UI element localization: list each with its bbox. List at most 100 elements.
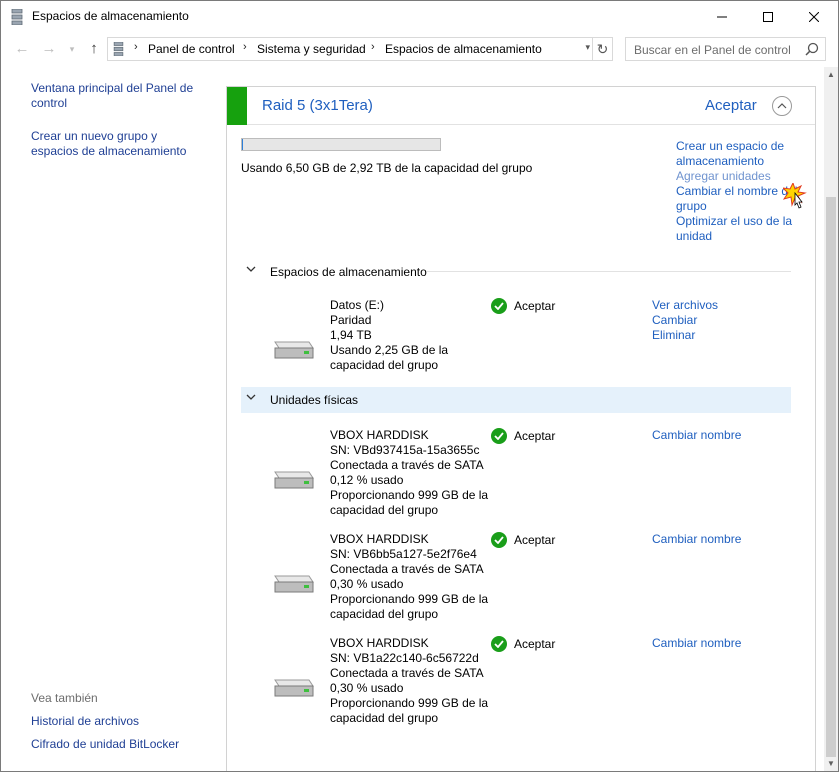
drive-connection: Conectada a través de SATA [330, 562, 484, 576]
drive-serial: SN: VB6bb5a127-5e2f76e4 [330, 547, 477, 561]
bitlocker-link[interactable]: Cifrado de unidad BitLocker [31, 737, 203, 752]
space-resiliency: Paridad [330, 313, 372, 327]
minimize-button[interactable] [699, 1, 745, 32]
search-icon [805, 42, 819, 56]
drive-icon [274, 341, 314, 359]
search-placeholder: Buscar en el Panel de control [634, 43, 791, 57]
breadcrumb-storage-spaces[interactable]: Espacios de almacenamiento [385, 42, 542, 56]
physical-drives-section-header[interactable]: Unidades físicas [241, 387, 791, 413]
window: Espacios de almacenamiento ← → ▾ ↑ › Pan… [0, 0, 839, 772]
window-title: Espacios de almacenamiento [32, 9, 189, 23]
address-field[interactable]: › Panel de control › Sistema y seguridad… [107, 37, 613, 61]
breadcrumb-separator-icon[interactable]: › [243, 41, 247, 53]
breadcrumb-system-security[interactable]: Sistema y seguridad [257, 42, 366, 56]
chevron-up-icon [777, 103, 787, 109]
breadcrumb-separator-icon[interactable]: › [371, 41, 375, 53]
storage-spaces-section-header[interactable]: Espacios de almacenamiento [241, 259, 791, 285]
create-space-link[interactable]: Crear un espacio de almacenamiento [676, 139, 806, 169]
view-files-link[interactable]: Ver archivos [652, 298, 718, 313]
physical-drive-item: VBOX HARDDISK SN: VBd937415a-15a3655c Cone… [241, 428, 801, 523]
space-size: 1,94 TB [330, 328, 372, 342]
control-panel-home-link[interactable]: Ventana principal del Panel de control [31, 81, 203, 111]
delete-space-link[interactable]: Eliminar [652, 328, 718, 343]
ok-check-icon [491, 298, 507, 314]
drive-status: Aceptar [491, 636, 555, 652]
vertical-scrollbar[interactable]: ▲ ▼ [824, 67, 838, 771]
ok-check-icon [491, 428, 507, 444]
recent-locations-chevron-icon[interactable]: ▾ [63, 40, 81, 58]
drive-serial: SN: VB1a22c140-6c56722d [330, 651, 479, 665]
optimize-drive-usage-link[interactable]: Optimizar el uso de la unidad [676, 214, 806, 244]
up-arrow-icon[interactable]: ↑ [85, 40, 103, 58]
main-content: Raid 5 (3x1Tera) Aceptar Usando 6,50 GB … [211, 67, 824, 771]
scrollbar-thumb[interactable] [826, 197, 836, 757]
drive-links: Cambiar nombre [652, 636, 741, 651]
drive-usage-percent: 0,30 % usado [330, 681, 404, 695]
drive-connection: Conectada a través de SATA [330, 458, 484, 472]
drive-status-text: Aceptar [514, 533, 556, 547]
file-history-link[interactable]: Historial de archivos [31, 714, 203, 729]
drive-capacity-provided: Proporcionando 999 GB de la capacidad de… [330, 592, 489, 621]
drive-serial: SN: VBd937415a-15a3655c [330, 443, 480, 457]
scroll-up-arrow-icon[interactable]: ▲ [827, 70, 835, 79]
minimize-icon [717, 16, 727, 17]
add-drives-link[interactable]: Agregar unidades [676, 169, 806, 184]
chevron-down-icon [246, 266, 256, 272]
ok-check-icon [491, 636, 507, 652]
back-arrow-icon[interactable]: ← [13, 40, 31, 58]
rename-drive-link[interactable]: Cambiar nombre [652, 428, 741, 443]
click-highlight-icon [783, 183, 807, 209]
refresh-button[interactable]: ↻ [592, 38, 612, 60]
physical-drives-section-label: Unidades físicas [270, 393, 359, 407]
space-usage: Usando 2,25 GB de la capacidad del grupo [330, 343, 449, 372]
section-divider [427, 271, 791, 272]
drive-usage-percent: 0,12 % usado [330, 473, 404, 487]
rename-drive-link[interactable]: Cambiar nombre [652, 532, 741, 547]
close-button[interactable] [791, 1, 837, 32]
create-pool-link[interactable]: Crear un nuevo grupo y espacios de almac… [31, 129, 203, 159]
drive-status: Aceptar [491, 428, 555, 444]
ok-check-icon [491, 532, 507, 548]
storage-spaces-section-label: Espacios de almacenamiento [270, 265, 427, 279]
pool-status-stripe [227, 87, 247, 125]
drive-icon [274, 575, 314, 593]
collapse-button[interactable] [772, 96, 792, 116]
forward-arrow-icon[interactable]: → [40, 40, 58, 58]
space-links: Ver archivos Cambiar Eliminar [652, 298, 718, 343]
space-status: Aceptar [491, 298, 555, 314]
drive-model: VBOX HARDDISK [330, 636, 429, 650]
address-bar-row: ← → ▾ ↑ › Panel de control › Sistema y s… [1, 32, 838, 67]
storage-space-item: Datos (E:) Paridad 1,94 TB Usando 2,25 G… [241, 298, 801, 378]
title-bar: Espacios de almacenamiento [1, 1, 838, 32]
drive-model: VBOX HARDDISK [330, 428, 429, 442]
drive-status: Aceptar [491, 532, 555, 548]
change-space-link[interactable]: Cambiar [652, 313, 718, 328]
refresh-icon: ↻ [596, 40, 609, 57]
drive-icon [274, 471, 314, 489]
pool-name: Raid 5 (3x1Tera) [262, 97, 373, 114]
left-navigation-pane: Ventana principal del Panel de control C… [1, 67, 211, 771]
scroll-down-arrow-icon[interactable]: ▼ [827, 759, 835, 768]
physical-drive-info: VBOX HARDDISK SN: VB6bb5a127-5e2f76e4 Cone… [330, 532, 490, 622]
drive-links: Cambiar nombre [652, 428, 741, 443]
see-also-heading: Vea también [31, 691, 98, 705]
drive-links: Cambiar nombre [652, 532, 741, 547]
storage-spaces-location-icon [113, 42, 124, 56]
drive-connection: Conectada a través de SATA [330, 666, 484, 680]
maximize-button[interactable] [745, 1, 791, 32]
rename-drive-link[interactable]: Cambiar nombre [652, 636, 741, 651]
breadcrumb-separator-icon: › [134, 41, 138, 53]
drive-status-text: Aceptar [514, 637, 556, 651]
search-box[interactable]: Buscar en el Panel de control [625, 37, 826, 61]
space-name: Datos (E:) [330, 298, 385, 312]
pool-capacity-bar [241, 138, 441, 151]
drive-model: VBOX HARDDISK [330, 532, 429, 546]
space-status-text: Aceptar [514, 299, 556, 313]
maximize-icon [763, 11, 773, 22]
drive-capacity-provided: Proporcionando 999 GB de la capacidad de… [330, 696, 489, 725]
physical-drive-info: VBOX HARDDISK SN: VBd937415a-15a3655c Cone… [330, 428, 490, 518]
drive-capacity-provided: Proporcionando 999 GB de la capacidad de… [330, 488, 489, 517]
address-history-chevron-icon[interactable]: ▾ [585, 42, 590, 53]
chevron-down-icon [246, 394, 256, 400]
breadcrumb-control-panel[interactable]: Panel de control [148, 42, 235, 56]
